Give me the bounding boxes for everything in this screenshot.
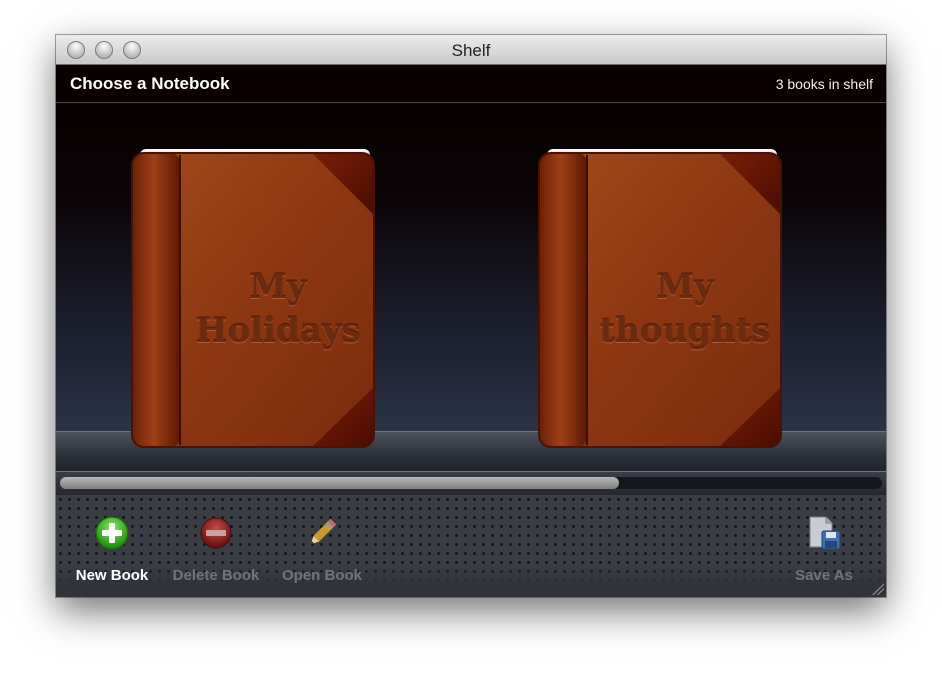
header-title: Choose a Notebook [70, 74, 230, 93]
shelf-window: Shelf Choose a Notebook 3 books in shelf [56, 35, 886, 597]
scroll-thumb[interactable] [60, 477, 619, 489]
open-book-button[interactable]: Open Book [267, 495, 377, 597]
save-as-label: Save As [795, 567, 853, 584]
plus-circle-icon [95, 516, 129, 550]
open-book-label: Open Book [281, 567, 362, 584]
book-title-line2: Holidays [195, 311, 361, 351]
pencil-icon [310, 518, 337, 545]
new-book-button[interactable]: New Book [57, 495, 167, 597]
book-title-line2: thoughts [599, 311, 771, 351]
save-document-icon [809, 516, 841, 550]
title-bar[interactable]: Shelf [56, 35, 886, 65]
horizontal-scrollbar[interactable] [56, 471, 886, 496]
book-title-line1: My [249, 267, 307, 307]
resize-grip[interactable] [872, 583, 884, 595]
bottom-toolbar: New Book Delete Book Open Book Save As [56, 495, 886, 597]
book-count: 3 books in shelf [775, 76, 873, 92]
minus-circle-icon [200, 517, 232, 549]
window-title: Shelf [451, 41, 491, 60]
delete-book-button[interactable]: Delete Book [161, 495, 271, 597]
delete-book-label: Delete Book [172, 567, 260, 584]
book-title-line1: My [656, 267, 714, 307]
save-as-button[interactable]: Save As [769, 495, 879, 597]
notebook-my-holidays[interactable]: My Holidays [128, 143, 378, 449]
book-shelf-area: My Holidays My thoughts [56, 103, 886, 474]
new-book-label: New Book [75, 567, 149, 584]
shelf-header: Choose a Notebook 3 books in shelf [56, 65, 886, 103]
notebook-my-thoughts[interactable]: My thoughts [535, 143, 785, 449]
